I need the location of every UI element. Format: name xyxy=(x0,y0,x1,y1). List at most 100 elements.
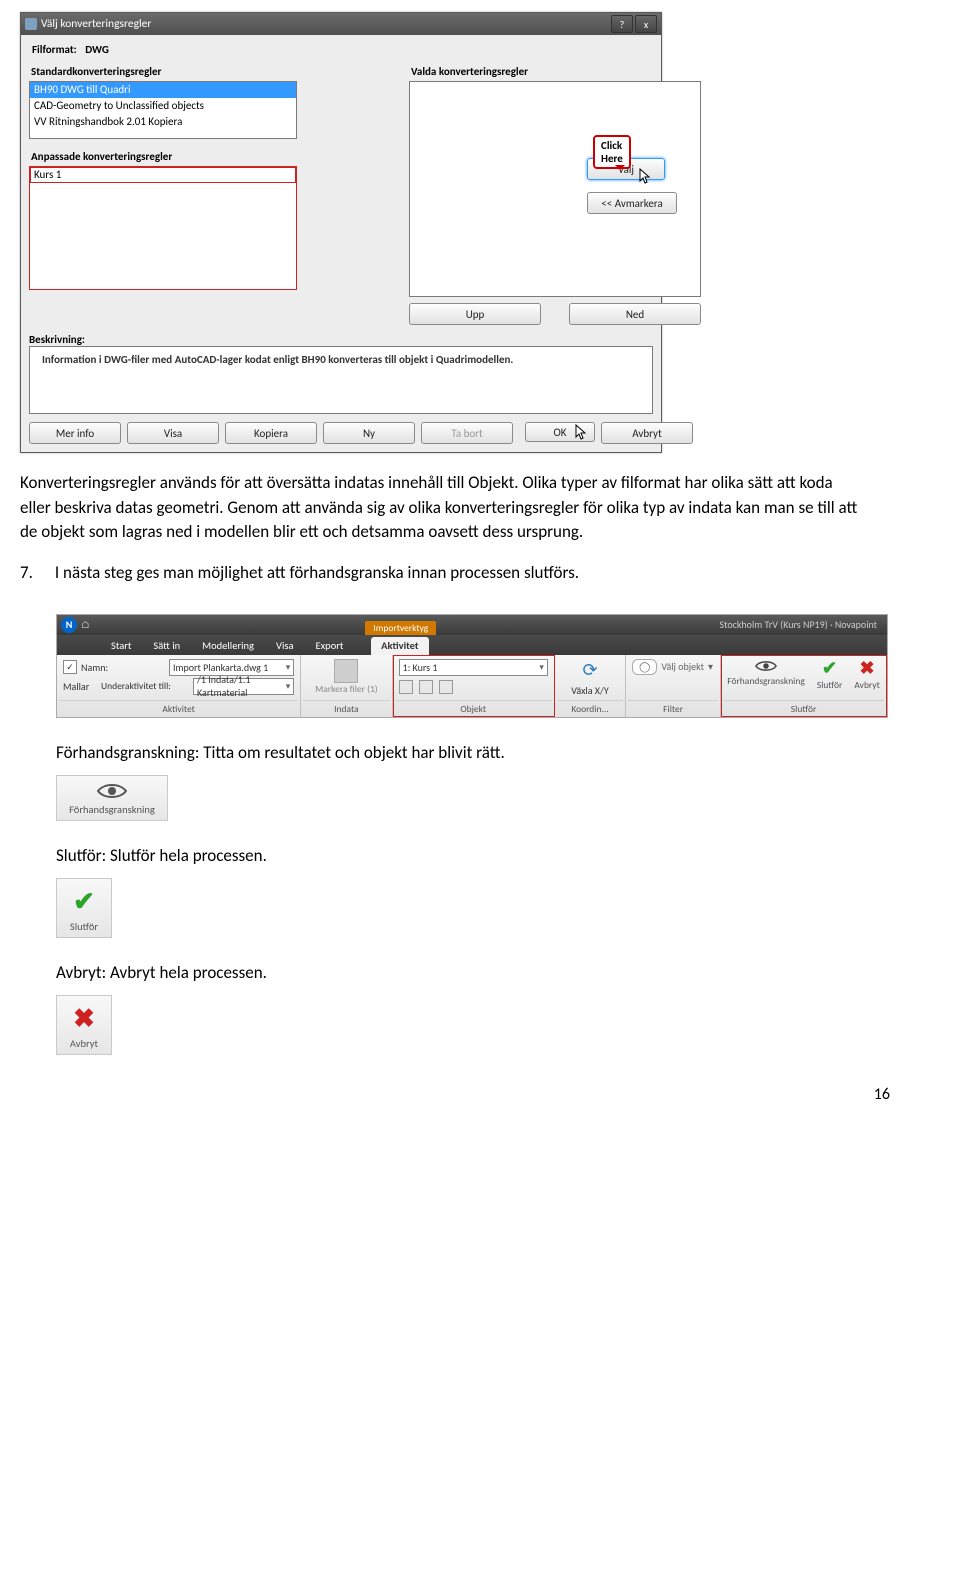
beskrivning-box: Information i DWG-filer med AutoCAD-lage… xyxy=(29,346,653,414)
valj-objekt-dropdown[interactable]: ◯ Välj objekt ▾ xyxy=(632,659,714,675)
konverteringsregler-dialog: Välj konverteringsregler ? x Filformat: … xyxy=(20,12,662,453)
left-column: Standardkonverteringsregler BH90 DWG til… xyxy=(29,62,297,325)
cursor-icon xyxy=(639,168,655,186)
avbryt-button[interactable]: ✖ Avbryt xyxy=(854,659,880,691)
ribbon-tabs: Start Sätt in Modellering Visa Export Im… xyxy=(57,635,887,655)
objekt-sub-icon[interactable] xyxy=(399,680,413,694)
tab-satt-in[interactable]: Sätt in xyxy=(143,637,190,655)
custom-rules-label: Anpassade konverteringsregler xyxy=(29,147,297,166)
page-number: 16 xyxy=(20,1085,900,1104)
files-icon xyxy=(334,659,358,683)
swap-xy-icon: ⟳ xyxy=(582,659,597,681)
slutfor-label: Slutför xyxy=(817,679,842,691)
valj-objekt-label: Välj objekt xyxy=(661,660,704,673)
cursor-icon xyxy=(575,424,591,442)
close-button[interactable]: x xyxy=(635,15,657,33)
ribbon-row: ✓ Namn: Import Plankarta.dwg 1 ▾ Mallar … xyxy=(57,655,887,717)
ribbon-titlebar: N ⌂ Stockholm TrV (Kurs NP19) · Novapoin… xyxy=(57,615,887,635)
filter-chip: ◯ xyxy=(632,659,657,675)
slutfor-button-large[interactable]: ✔ Slutför xyxy=(56,878,112,938)
valda-rules-label: Valda konverteringsregler xyxy=(409,62,701,81)
avbryt-button[interactable]: Avbryt xyxy=(601,422,693,444)
group-label-filter: Filter xyxy=(628,700,718,715)
check-icon: ✔ xyxy=(73,885,95,917)
list-item[interactable]: BH90 DWG till Quadri xyxy=(30,82,296,98)
markera-filer-button[interactable]: Markera filer (1) xyxy=(307,659,385,695)
slutfor-button[interactable]: ✔ Slutför xyxy=(817,659,842,691)
step-number: 7. xyxy=(20,561,33,586)
chevron-down-icon[interactable]: ▾ xyxy=(539,662,544,673)
eye-icon xyxy=(755,659,777,673)
namn-label: Namn: xyxy=(81,661,165,674)
objekt-sub-icon[interactable] xyxy=(419,680,433,694)
beskrivning-label: Beskrivning: xyxy=(29,333,653,346)
underaktivitet-input[interactable]: /1 Indata/1.1 Kartmaterial ▾ xyxy=(193,678,294,695)
tab-aktivitet[interactable]: Aktivitet xyxy=(371,637,428,655)
chevron-down-icon[interactable]: ▾ xyxy=(708,660,713,673)
list-item[interactable]: CAD-Geometry to Unclassified objects xyxy=(30,98,296,114)
namn-value: Import Plankarta.dwg 1 xyxy=(173,661,268,674)
merinfo-button[interactable]: Mer info xyxy=(29,422,121,444)
ribbon-group-koordin: ⟳ Växla X/Y Koordin... xyxy=(555,655,626,717)
beskrivning-text: Information i DWG-filer med AutoCAD-lage… xyxy=(42,353,513,366)
objekt-value: 1: Kurs 1 xyxy=(403,661,438,674)
vaxla-xy-button[interactable]: ⟳ Växla X/Y xyxy=(561,659,619,697)
home-icon[interactable]: ⌂ xyxy=(81,618,90,631)
chevron-down-icon[interactable]: ▾ xyxy=(286,662,291,673)
kopiera-button[interactable]: Kopiera xyxy=(225,422,317,444)
tabort-button[interactable]: Ta bort xyxy=(421,422,513,444)
custom-rules-list[interactable]: Kurs 1 xyxy=(29,166,297,290)
list-item[interactable]: VV Ritningshandbok 2.01 Kopiera xyxy=(30,114,296,130)
valda-rules-list[interactable] xyxy=(409,81,701,297)
group-label-aktivitet: Aktivitet xyxy=(59,700,298,715)
avbryt-button-large[interactable]: ✖ Avbryt xyxy=(56,995,112,1055)
dialog-titlebar: Välj konverteringsregler ? x xyxy=(21,13,661,35)
markera-filer-label: Markera filer (1) xyxy=(315,685,378,695)
objekt-dropdown[interactable]: 1: Kurs 1 ▾ xyxy=(399,659,548,676)
ribbon-group-objekt: 1: Kurs 1 ▾ Objekt xyxy=(393,655,555,717)
std-rules-label: Standardkonverteringsregler xyxy=(29,62,297,81)
avmarkera-button[interactable]: << Avmarkera xyxy=(587,192,677,214)
avbryt-label: Avbryt xyxy=(70,1037,98,1050)
upp-button[interactable]: Upp xyxy=(409,303,541,325)
avbryt-line: Avbryt: Avbryt hela processen. xyxy=(56,962,856,983)
ny-button[interactable]: Ny xyxy=(323,422,415,444)
forhandsgranskning-button-large[interactable]: Förhandsgranskning xyxy=(56,775,168,821)
ribbon-group-filter: ◯ Välj objekt ▾ Filter xyxy=(626,655,721,717)
filformat-label: Filformat: xyxy=(32,43,77,56)
help-button[interactable]: ? xyxy=(611,15,633,33)
check-icon[interactable]: ✓ xyxy=(63,660,77,674)
tab-visa[interactable]: Visa xyxy=(266,637,304,655)
forhandsgranskning-line: Förhandsgranskning: Titta om resultatet … xyxy=(56,742,856,763)
step-7: 7. I nästa steg ges man möjlighet att fö… xyxy=(20,561,860,586)
forhandsgranskning-label: Förhandsgranskning xyxy=(69,803,155,816)
ribbon-group-indata: Markera filer (1) Indata xyxy=(301,655,392,717)
cross-icon: ✖ xyxy=(73,1002,95,1034)
std-rules-list[interactable]: BH90 DWG till Quadri CAD-Geometry to Unc… xyxy=(29,81,297,139)
forhandsgranskning-label: Förhandsgranskning xyxy=(727,675,805,687)
group-label-koordin: Koordin... xyxy=(557,700,623,715)
chevron-down-icon[interactable]: ▾ xyxy=(286,681,291,692)
mallar-label[interactable]: Mallar xyxy=(63,680,97,693)
forhandsgranskning-button[interactable]: Förhandsgranskning xyxy=(727,659,805,687)
avbryt-label: Avbryt xyxy=(854,679,880,691)
group-label-slutfor: Slutför xyxy=(723,700,884,715)
ribbon-screenshot: N ⌂ Stockholm TrV (Kurs NP19) · Novapoin… xyxy=(56,614,888,718)
tab-start[interactable]: Start xyxy=(101,637,141,655)
ned-button[interactable]: Ned xyxy=(569,303,701,325)
tab-export[interactable]: Export xyxy=(306,637,354,655)
context-tab-sup: Importverktyg xyxy=(365,621,436,635)
slutfor-label: Slutför xyxy=(70,920,98,933)
visa-button[interactable]: Visa xyxy=(127,422,219,444)
eye-icon xyxy=(97,782,127,800)
cross-icon: ✖ xyxy=(860,659,875,677)
filformat-row: Filformat: DWG xyxy=(29,41,653,58)
underaktivitet-label: Underaktivitet till: xyxy=(101,680,189,692)
dialog-title: Välj konverteringsregler xyxy=(41,17,609,31)
group-label-indata: Indata xyxy=(303,700,389,715)
tab-modellering[interactable]: Modellering xyxy=(192,637,264,655)
list-item[interactable]: Kurs 1 xyxy=(30,167,296,183)
filformat-value: DWG xyxy=(85,43,109,56)
objekt-sub-icon[interactable] xyxy=(439,680,453,694)
ribbon-group-aktivitet: ✓ Namn: Import Plankarta.dwg 1 ▾ Mallar … xyxy=(57,655,301,717)
